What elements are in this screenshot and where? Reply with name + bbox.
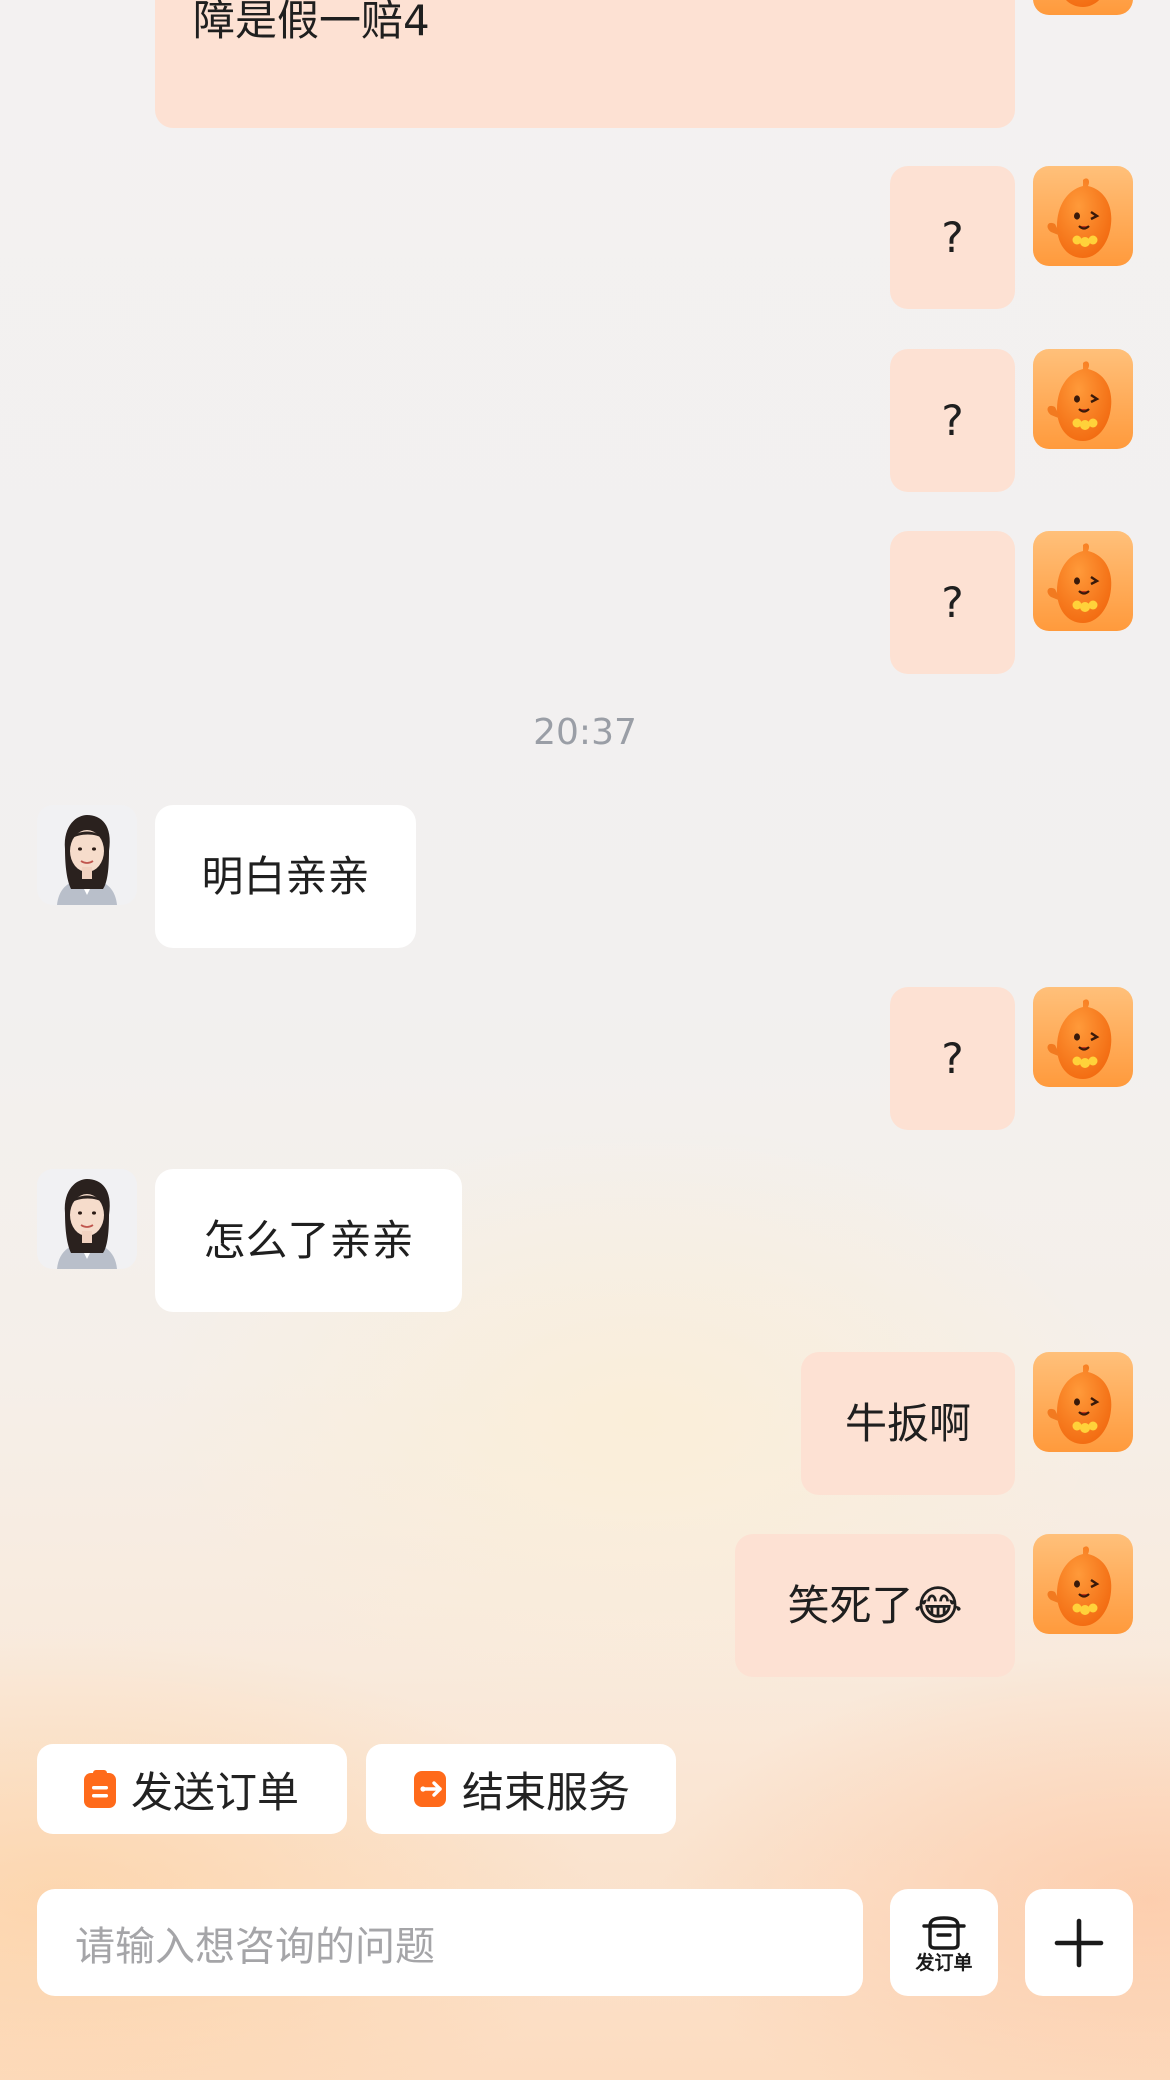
message-input-placeholder: 请输入想咨询的问题 (75, 1923, 435, 1970)
message-text: 明白亲亲 (201, 851, 370, 901)
user-avatar[interactable] (1033, 531, 1133, 631)
message-bubble-outgoing[interactable]: ? (890, 166, 1015, 309)
message-text: 牛扳啊 (844, 1398, 971, 1448)
user-avatar[interactable] (1033, 987, 1133, 1087)
message-bubble-outgoing[interactable]: ? (890, 349, 1015, 492)
message-text: ? (941, 577, 964, 627)
message-bubble-incoming[interactable]: 明白亲亲 (155, 805, 416, 948)
message-text: ? (941, 395, 964, 445)
message-timestamp: 20:37 (533, 712, 637, 753)
user-avatar[interactable] (1033, 1534, 1133, 1634)
send-order-toolbar-button[interactable]: 发订单 (890, 1889, 998, 1996)
message-bubble-outgoing[interactable]: ? (890, 987, 1015, 1130)
message-bubble-outgoing[interactable]: ? (890, 531, 1015, 674)
agent-avatar[interactable] (37, 805, 137, 905)
agent-avatar[interactable] (37, 1169, 137, 1269)
message-text: 笑死了😂 (787, 1580, 963, 1630)
user-avatar[interactable] (1033, 166, 1133, 266)
message-bubble-outgoing[interactable]: 牛扳啊 (801, 1352, 1015, 1495)
user-avatar[interactable] (1033, 349, 1133, 449)
send-order-button[interactable]: 发送订单 (37, 1744, 347, 1834)
message-bubble-outgoing[interactable]: 笑死了😂 (735, 1534, 1015, 1677)
clipboard-icon (84, 1770, 116, 1808)
message-bubble-outgoing[interactable]: 理级产品给你们退回来。平台给的保障是假一赔4 (155, 0, 1015, 128)
user-avatar[interactable] (1033, 1352, 1133, 1452)
message-text: ? (941, 1033, 964, 1083)
add-button[interactable] (1025, 1889, 1133, 1996)
order-icon (922, 1915, 966, 1950)
end-service-label: 结束服务 (462, 1767, 631, 1817)
send-order-toolbar-label: 发订单 (915, 1951, 973, 1974)
message-text-line: 障是假一赔4 (193, 0, 430, 45)
message-text: ? (941, 212, 964, 262)
message-input[interactable]: 请输入想咨询的问题 (37, 1889, 863, 1996)
exit-icon (414, 1771, 446, 1807)
send-order-label: 发送订单 (131, 1767, 300, 1817)
plus-icon (1054, 1918, 1104, 1967)
end-service-button[interactable]: 结束服务 (366, 1744, 676, 1834)
message-text: 怎么了亲亲 (203, 1215, 414, 1265)
message-text: 理级产品给你们退回来。平台给的保障是假一赔4 (193, 0, 973, 52)
message-bubble-incoming[interactable]: 怎么了亲亲 (155, 1169, 462, 1312)
user-avatar[interactable] (1033, 0, 1133, 15)
